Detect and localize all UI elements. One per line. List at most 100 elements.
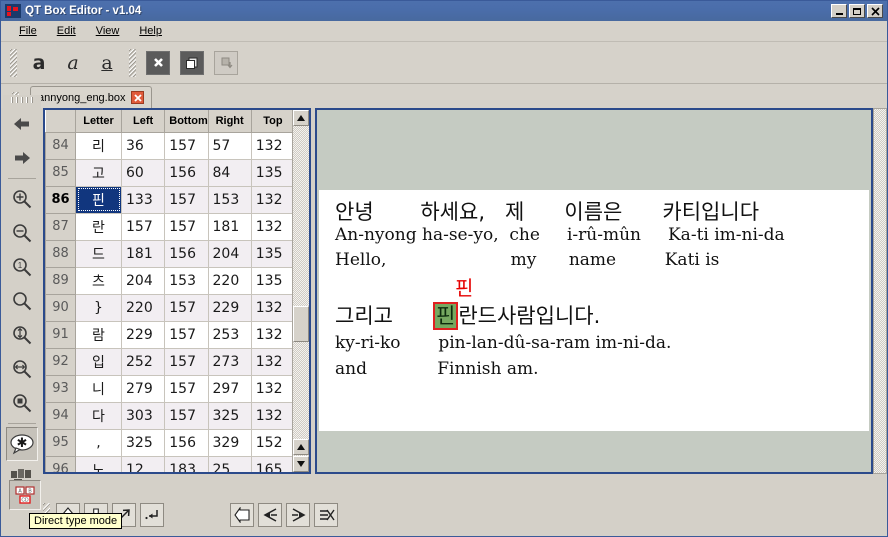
row-index[interactable]: 85 [45,158,76,187]
row-index[interactable]: 86 [45,185,76,214]
row-index[interactable]: 90 [45,293,76,322]
cell-top[interactable]: 132 [250,320,296,349]
scroll-up-button[interactable] [293,110,309,126]
cell-right[interactable]: 325 [207,401,252,430]
row-index[interactable]: 87 [45,212,76,241]
cell-top[interactable]: 135 [250,239,296,268]
header-left[interactable]: Left [121,110,166,133]
header-top[interactable]: Top [251,110,296,133]
join-box-button[interactable] [286,503,310,527]
zoom-selection-button[interactable] [6,386,38,420]
cell-bottom[interactable]: 156 [164,239,209,268]
delete-box-button[interactable] [143,48,173,78]
cell-left[interactable]: 204 [120,266,166,295]
table-row-selected[interactable]: 86 핀 133 157 153 132 [45,185,296,214]
cell-bottom[interactable]: 157 [164,293,209,322]
cell-letter[interactable]: 고 [75,158,122,187]
row-index[interactable]: 84 [45,131,76,160]
cell-right[interactable]: 273 [207,347,252,376]
cell-top[interactable]: 132 [250,347,296,376]
rail-grip[interactable] [11,97,33,103]
cell-letter[interactable]: 츠 [75,266,122,295]
table-row[interactable]: 93 니 279 157 297 132 [45,374,296,403]
table-row[interactable]: 85 고 60 156 84 135 [45,158,296,187]
cell-left[interactable]: 229 [120,320,166,349]
row-index[interactable]: 95 [45,428,76,457]
menu-file[interactable]: File [9,23,47,39]
menu-edit[interactable]: Edit [47,23,86,39]
table-scrollbar[interactable] [292,110,309,472]
tab-annyong-eng-box[interactable]: annyong_eng.box [30,86,153,108]
table-row[interactable]: 95 , 325 156 329 152 [45,428,296,457]
cell-left[interactable]: 252 [120,347,166,376]
table-row[interactable]: 94 다 303 157 325 132 [45,401,296,430]
cell-top[interactable]: 132 [250,374,296,403]
row-index[interactable]: 93 [45,374,76,403]
cell-left[interactable]: 133 [120,185,166,214]
cell-letter[interactable]: 리 [75,131,122,160]
zoom-fit-width-button[interactable] [6,352,38,386]
direct-type-mode-button[interactable]: A B CD [9,480,41,510]
cell-right[interactable]: 220 [207,266,252,295]
cell-bottom[interactable]: 156 [164,428,209,457]
header-letter[interactable]: Letter [75,110,122,133]
cell-bottom[interactable]: 157 [164,185,209,214]
table-row[interactable]: 96 노 12 183 25 165 [45,455,296,472]
cell-letter[interactable]: 람 [75,320,122,349]
insert-newline-button[interactable] [140,503,164,527]
header-corner[interactable] [45,110,76,133]
cell-top[interactable]: 135 [250,158,296,187]
cell-right[interactable]: 84 [207,158,252,187]
menu-help[interactable]: Help [129,23,172,39]
row-index[interactable]: 89 [45,266,76,295]
cell-letter[interactable]: 입 [75,347,122,376]
show-symbol-button[interactable]: ✱ [6,427,38,461]
scroll-down-button[interactable] [293,456,309,472]
table-row[interactable]: 88 드 181 156 204 135 [45,239,296,268]
zoom-fit-height-button[interactable] [6,318,38,352]
table-row[interactable]: 84 리 36 157 57 132 [45,131,296,160]
cell-right[interactable]: 229 [207,293,252,322]
cell-left[interactable]: 60 [120,158,166,187]
cell-letter[interactable]: 란 [75,212,122,241]
zoom-original-button[interactable]: 1 [6,250,38,284]
cell-left[interactable]: 36 [120,131,166,160]
cell-right[interactable]: 57 [207,131,252,160]
bold-button[interactable]: a [24,48,54,78]
header-bottom[interactable]: Bottom [164,110,209,133]
cell-left[interactable]: 279 [120,374,166,403]
toolbar-grip-2[interactable] [129,48,136,77]
cell-left[interactable]: 12 [120,455,166,472]
table-row[interactable]: 92 입 252 157 273 132 [45,347,296,376]
scrollbar-thumb[interactable] [293,306,309,342]
row-index[interactable]: 94 [45,401,76,430]
cell-top[interactable]: 135 [250,266,296,295]
cell-letter[interactable]: , [75,428,122,457]
cell-letter[interactable]: } [75,293,122,322]
cell-bottom[interactable]: 157 [164,212,209,241]
cut-box-button[interactable] [314,503,338,527]
row-index[interactable]: 92 [45,347,76,376]
toolbar-grip-1[interactable] [10,48,17,77]
header-right[interactable]: Right [208,110,252,133]
menu-view[interactable]: View [86,23,130,39]
cell-bottom[interactable]: 157 [164,374,209,403]
split-box-button[interactable] [211,48,241,78]
previous-box-button[interactable] [6,107,38,141]
page-image[interactable]: 안녕 하세요, 제 이름은 카티입니다 An-nyong ha-se-yo, c… [319,190,869,431]
tab-close-icon[interactable] [131,91,145,104]
cell-letter[interactable]: 다 [75,401,122,430]
cell-right[interactable]: 181 [207,212,252,241]
maximize-button[interactable] [849,4,865,18]
selected-box-character[interactable]: 핀 [433,302,459,330]
cell-bottom[interactable]: 157 [164,401,209,430]
table-row[interactable]: 89 츠 204 153 220 135 [45,266,296,295]
undo-box-button[interactable] [230,503,254,527]
cell-top[interactable]: 132 [250,212,296,241]
cell-left[interactable]: 181 [120,239,166,268]
cell-left[interactable]: 220 [120,293,166,322]
cell-top[interactable]: 132 [250,293,296,322]
cell-letter[interactable]: 핀 [75,185,122,214]
table-row[interactable]: 91 람 229 157 253 132 [45,320,296,349]
zoom-fit-button[interactable] [6,284,38,318]
